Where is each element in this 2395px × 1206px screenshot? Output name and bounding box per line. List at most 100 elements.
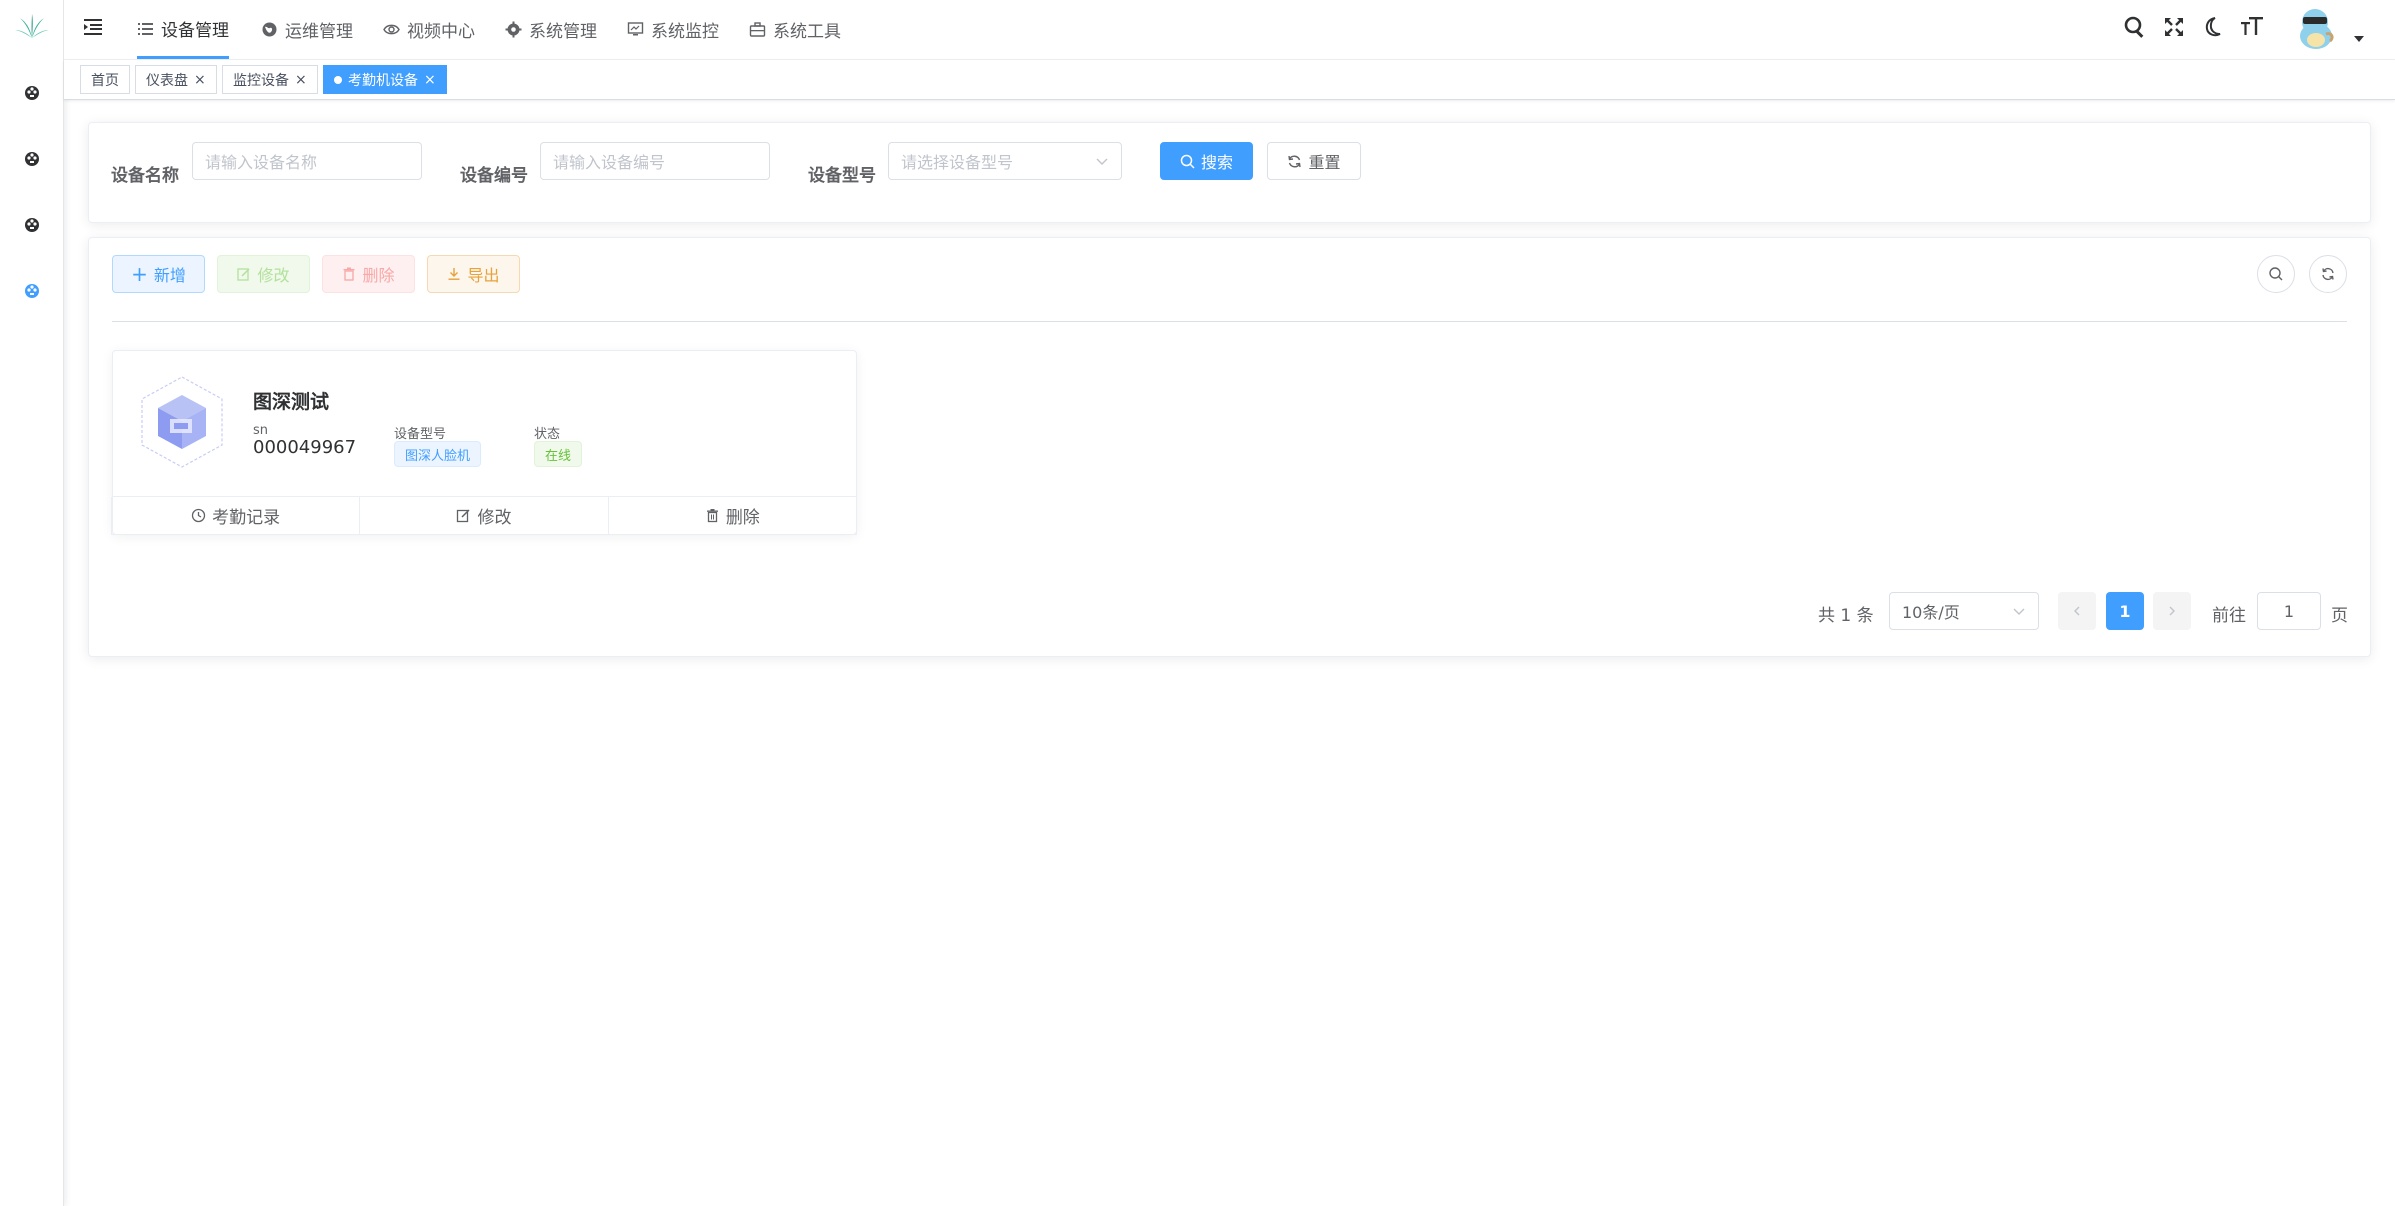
device-model-select[interactable]: 请选择设备型号 — [888, 142, 1122, 180]
next-page-button[interactable] — [2153, 592, 2191, 630]
logo-icon[interactable] — [14, 12, 50, 40]
fullscreen-icon[interactable] — [2161, 14, 2187, 40]
eye-icon — [383, 24, 400, 34]
toolbar-divider — [112, 321, 2347, 322]
plus-icon: + — [131, 262, 148, 286]
edit-button: 修改 — [217, 255, 310, 293]
monitor-icon — [627, 21, 644, 35]
tag-dashboard[interactable]: 仪表盘 × — [135, 65, 217, 94]
button-label: 修改 — [257, 266, 290, 285]
menu-system-management[interactable]: 系统管理 — [505, 0, 597, 58]
button-label: 新增 — [153, 266, 186, 285]
placeholder-text: 请输入设备编号 — [553, 153, 666, 172]
dashboard-icon[interactable] — [21, 81, 43, 103]
menu-label: 系统工具 — [773, 21, 841, 42]
refresh-list-button[interactable] — [2309, 255, 2347, 293]
page-size-value: 10条/页 — [1902, 603, 1960, 622]
chevron-down-icon — [2013, 608, 2025, 615]
goto-page-input[interactable]: 1 — [2257, 592, 2321, 630]
dashboard-icon[interactable] — [21, 147, 43, 169]
tag-attendance-devices[interactable]: 考勤机设备 × — [323, 65, 447, 94]
goto-value: 1 — [2283, 601, 2295, 621]
search-icon — [1180, 154, 1195, 169]
attendance-record-button[interactable]: 考勤记录 — [111, 497, 361, 535]
pagination-total: 共 1 条 — [1818, 606, 1874, 626]
menu-label: 设备管理 — [161, 20, 229, 41]
tags-view: 首页 仪表盘 × 监控设备 × 考勤机设备 × — [64, 60, 2395, 100]
chevron-left-icon — [2074, 606, 2080, 616]
model-label: 设备型号 — [394, 427, 447, 442]
button-label: 导出 — [467, 266, 500, 285]
goto-label: 前往 — [2212, 606, 2246, 626]
refresh-icon — [2322, 267, 2334, 281]
menu-video-center[interactable]: 视频中心 — [383, 0, 475, 58]
menu-ops-management[interactable]: 运维管理 — [261, 0, 353, 58]
globe-icon — [262, 22, 277, 36]
close-icon[interactable]: × — [424, 73, 436, 87]
status-badge: 在线 — [534, 441, 583, 467]
tag-label: 监控设备 — [233, 72, 289, 89]
edit-device-button[interactable]: 修改 — [359, 497, 609, 535]
prev-page-button[interactable] — [2058, 592, 2096, 630]
font-size-icon[interactable] — [2239, 14, 2265, 40]
search-icon — [2269, 267, 2283, 281]
device-code-input[interactable]: 请输入设备编号 — [540, 142, 770, 180]
dashboard-icon[interactable] — [21, 279, 43, 301]
reset-button[interactable]: 重置 — [1267, 142, 1361, 180]
device-card: 图深测试 sn 000049967 设备型号 图深人脸机 状态 在线 考勤记录 … — [111, 350, 857, 535]
status-label: 状态 — [534, 427, 561, 442]
menu-label: 系统监控 — [651, 21, 719, 42]
menu-label: 系统管理 — [529, 21, 597, 42]
close-icon[interactable]: × — [295, 73, 307, 87]
chevron-right-icon — [2169, 606, 2175, 616]
device-sn: 000049967 — [253, 437, 357, 458]
tag-label: 考勤机设备 — [348, 72, 418, 89]
button-label: 删除 — [362, 266, 395, 285]
search-button[interactable]: 搜索 — [1160, 142, 1253, 180]
device-actions: 考勤记录 修改 删除 — [111, 496, 857, 535]
clock-icon — [192, 508, 206, 523]
trash-icon — [706, 509, 718, 523]
device-name-input[interactable]: 请输入设备名称 — [192, 142, 422, 180]
tag-home[interactable]: 首页 — [80, 65, 130, 94]
placeholder-text: 请选择设备型号 — [901, 153, 1014, 172]
toggle-search-button[interactable] — [2257, 255, 2295, 293]
edit-icon — [457, 509, 471, 523]
export-button[interactable]: 导出 — [427, 255, 520, 293]
button-label: 搜索 — [1200, 153, 1233, 172]
device-code-label: 设备编号 — [460, 166, 528, 186]
tag-label: 首页 — [91, 72, 119, 89]
moon-icon[interactable] — [2200, 14, 2226, 40]
toolbox-icon — [749, 21, 766, 37]
device-model-label: 设备型号 — [808, 166, 876, 186]
placeholder-text: 请输入设备名称 — [205, 153, 318, 172]
close-icon[interactable]: × — [194, 73, 206, 87]
user-avatar[interactable] — [2292, 4, 2340, 52]
menu-label: 运维管理 — [285, 21, 353, 42]
sn-label: sn — [253, 423, 269, 438]
menu-device-management[interactable]: 设备管理 — [137, 0, 229, 59]
model-tag: 图深人脸机 — [394, 441, 482, 467]
search-icon[interactable] — [2122, 14, 2148, 40]
chevron-down-icon — [1096, 158, 1108, 165]
page-number-current[interactable]: 1 — [2106, 592, 2144, 630]
page-number: 1 — [2119, 601, 2131, 621]
dashboard-icon[interactable] — [21, 213, 43, 235]
menu-toggle-icon[interactable] — [82, 16, 104, 38]
button-label: 重置 — [1308, 153, 1341, 172]
action-label: 删除 — [725, 508, 760, 528]
delete-device-button[interactable]: 删除 — [607, 497, 857, 535]
add-button[interactable]: + 新增 — [112, 255, 205, 293]
tag-label: 仪表盘 — [146, 72, 188, 89]
chevron-down-icon[interactable] — [2354, 36, 2364, 42]
tag-monitor-devices[interactable]: 监控设备 × — [222, 65, 318, 94]
page-size-select[interactable]: 10条/页 — [1889, 592, 2039, 630]
sidebar — [0, 0, 64, 1206]
refresh-icon — [1288, 155, 1302, 167]
action-label: 修改 — [477, 508, 512, 528]
menu-system-tools[interactable]: 系统工具 — [749, 0, 841, 58]
list-icon — [138, 22, 153, 35]
trash-icon — [343, 267, 355, 281]
edit-icon — [237, 268, 251, 281]
menu-system-monitor[interactable]: 系统监控 — [627, 0, 719, 58]
